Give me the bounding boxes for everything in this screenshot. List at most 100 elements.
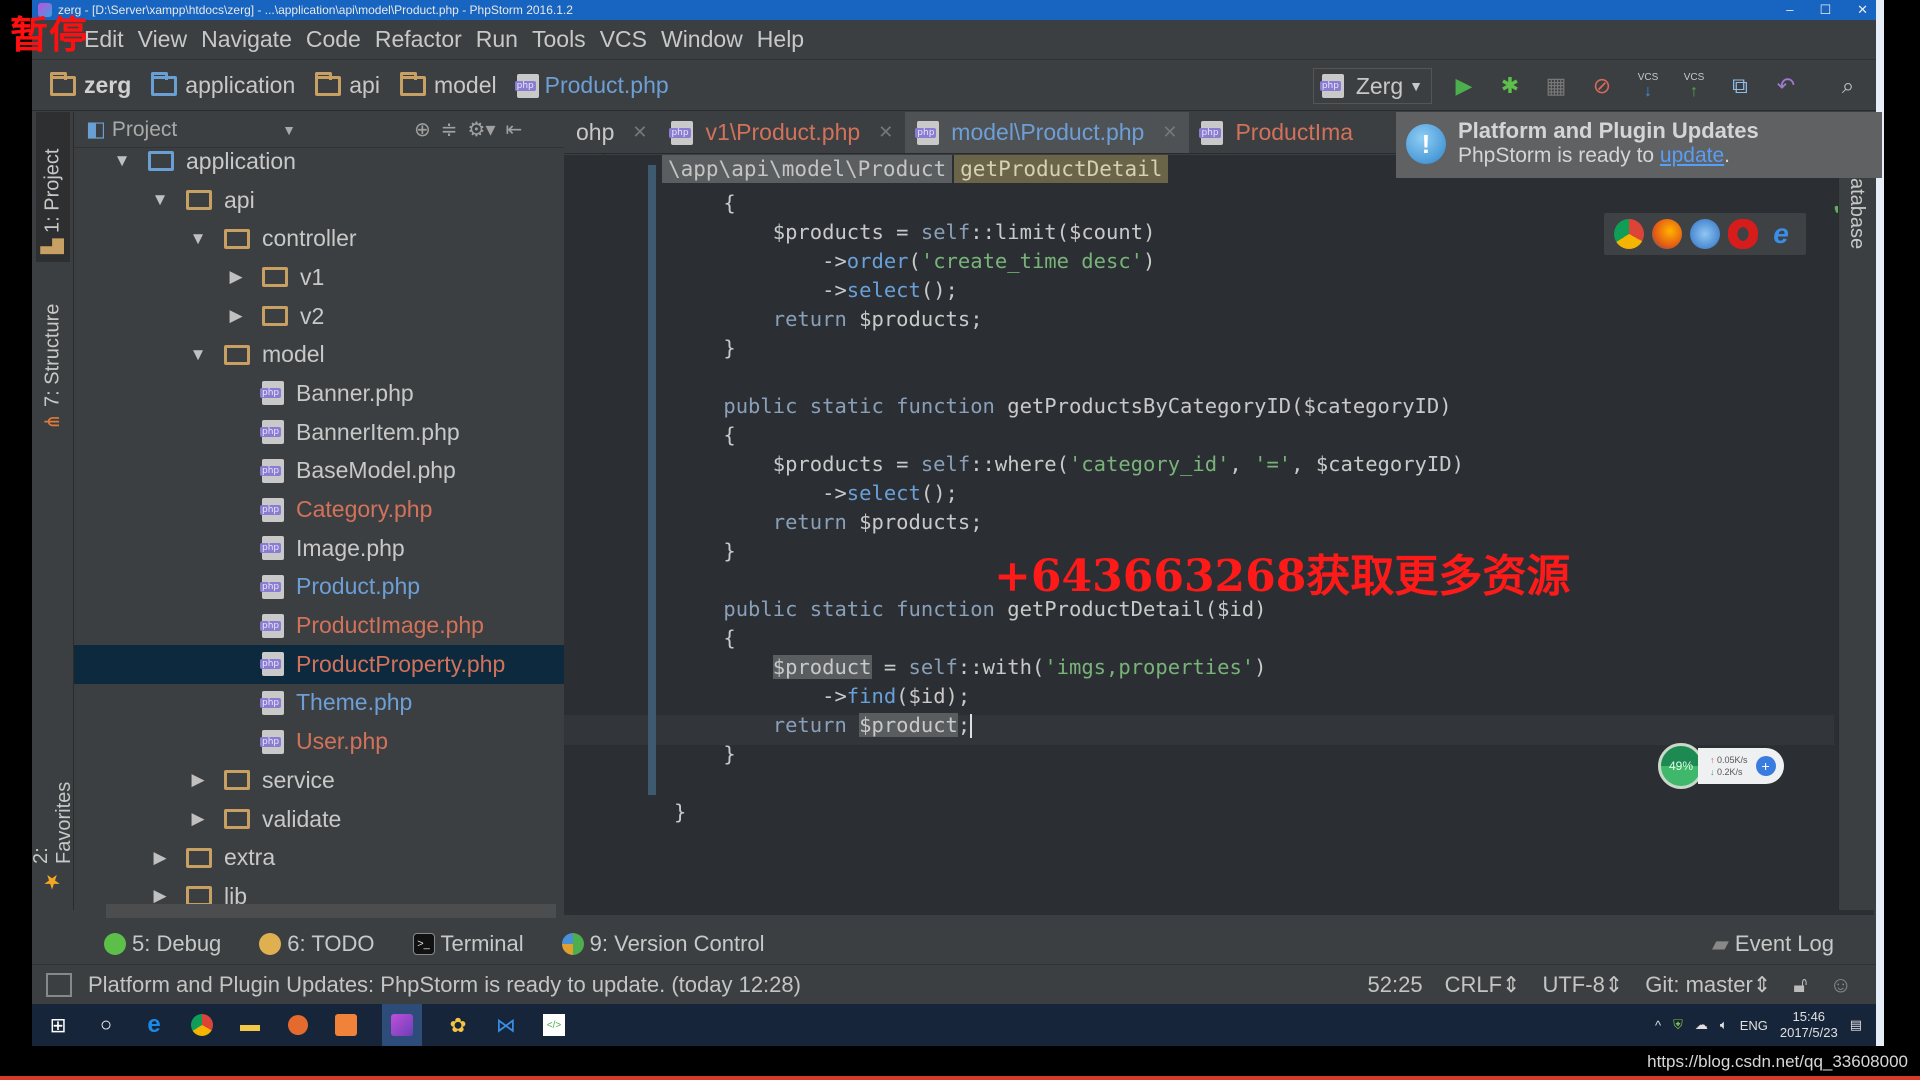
tree-item[interactable]: User.php	[74, 722, 604, 761]
opera-icon[interactable]	[1728, 219, 1758, 249]
input-language[interactable]: ENG	[1740, 1018, 1768, 1033]
update-notification[interactable]: ! Platform and Plugin Updates PhpStorm i…	[1396, 112, 1882, 178]
run-icon[interactable]: ▶	[1450, 72, 1478, 100]
lock-icon[interactable]: 🔓︎	[1793, 972, 1807, 998]
network-monitor-widget[interactable]: 49% ↑ 0.05K/s ↓ 0.2K/s +	[1658, 743, 1784, 789]
breadcrumb-zerg[interactable]: zerg	[50, 71, 131, 99]
toggle-tool-windows-icon[interactable]	[46, 972, 72, 997]
todo-tool-button[interactable]: 6: TODO	[259, 931, 375, 957]
debug-tool-button[interactable]: 5: Debug	[104, 931, 221, 957]
tab-model-product[interactable]: model\Product.php ✕	[905, 112, 1190, 153]
database-tool-tab[interactable]: atabase	[1845, 178, 1868, 249]
search-icon[interactable]: ⌕	[1834, 72, 1862, 100]
security-shield-icon[interactable]: ⛨	[1673, 1017, 1683, 1033]
close-button[interactable]: ✕	[1857, 0, 1868, 20]
update-link[interactable]: update	[1660, 144, 1724, 167]
ie-icon[interactable]: e	[1766, 219, 1796, 249]
menu-edit[interactable]: Edit	[84, 26, 124, 53]
collapse-all-icon[interactable]: ≑	[441, 117, 458, 142]
close-tab-icon[interactable]: ✕	[878, 122, 893, 143]
tree-item[interactable]: BaseModel.php	[74, 452, 604, 491]
close-tab-icon[interactable]: ✕	[1162, 122, 1177, 143]
menu-run[interactable]: Run	[476, 26, 518, 53]
expanded-arrow-icon[interactable]: ▼	[110, 151, 134, 171]
menu-help[interactable]: Help	[757, 26, 804, 53]
tree-item[interactable]: ▼ api	[74, 181, 604, 220]
menu-navigate[interactable]: Navigate	[201, 26, 292, 53]
project-horizontal-scrollbar[interactable]	[106, 904, 556, 918]
minimize-button[interactable]: –	[1786, 0, 1793, 20]
explorer-icon[interactable]: ▬	[238, 1013, 262, 1037]
tree-item[interactable]: ▶ v2	[74, 297, 604, 336]
breadcrumb-model[interactable]: model	[399, 71, 497, 99]
favorites-tool-tab[interactable]: ★ 2: Favorites	[32, 752, 75, 902]
tree-item[interactable]: Theme.php	[74, 684, 604, 723]
firefox-icon[interactable]	[1652, 219, 1682, 249]
tree-item[interactable]: Category.php	[74, 490, 604, 529]
close-tab-icon[interactable]: ✕	[632, 122, 647, 143]
tree-item[interactable]: ▼ controller	[74, 219, 604, 258]
menu-tools[interactable]: Tools	[532, 26, 586, 53]
expanded-arrow-icon[interactable]: ▼	[186, 345, 210, 365]
project-tool-tab[interactable]: ▙ 1: Project	[36, 112, 70, 262]
expanded-arrow-icon[interactable]: ▼	[148, 190, 172, 210]
function-crumb[interactable]: getProductDetail	[954, 155, 1169, 183]
windows-start-icon[interactable]: ⊞	[46, 1013, 70, 1037]
menu-code[interactable]: Code	[306, 26, 361, 53]
cortana-icon[interactable]: ○	[94, 1013, 118, 1037]
tab-v1-product[interactable]: v1\Product.php ✕	[659, 112, 905, 153]
volume-icon[interactable]: 🔈︎	[1720, 1017, 1728, 1033]
run-configuration-select[interactable]: Zerg ▼	[1312, 68, 1432, 104]
vscode-icon[interactable]: ⋈	[494, 1013, 518, 1037]
debug-icon[interactable]: ✱	[1496, 72, 1524, 100]
tree-item[interactable]: Image.php	[74, 529, 604, 568]
coverage-icon[interactable]: ▦	[1542, 72, 1570, 100]
scroll-from-source-icon[interactable]: ⊕	[414, 117, 431, 142]
gear-icon[interactable]: ⚙▾	[468, 117, 496, 142]
breadcrumb-product-file[interactable]: Product.php	[514, 72, 669, 99]
event-log-button[interactable]: ▰ Event Log	[1712, 931, 1834, 957]
tree-item[interactable]: ProductProperty.php	[74, 644, 604, 684]
encoding-select[interactable]: UTF-8⇕	[1542, 972, 1623, 998]
maximize-button[interactable]: ☐	[1819, 0, 1831, 20]
git-branch-select[interactable]: Git: master⇕	[1645, 972, 1771, 998]
tree-item[interactable]: ▼ model	[74, 335, 604, 374]
tree-item[interactable]: ▶ extra	[74, 838, 604, 877]
project-view-select[interactable]: ◧ Project ▼	[86, 117, 306, 142]
vcs-update-icon[interactable]: VCS ↓	[1634, 72, 1662, 100]
expanded-arrow-icon[interactable]: ▼	[186, 229, 210, 249]
line-separator-select[interactable]: CRLF⇕	[1445, 972, 1521, 998]
tree-item[interactable]: ▼ application	[74, 142, 604, 181]
tab-productimage[interactable]: ProductIma	[1189, 112, 1365, 153]
clock[interactable]: 15:46 2017/5/23	[1780, 1009, 1838, 1041]
cursor-position[interactable]: 52:25	[1368, 972, 1423, 998]
tree-item[interactable]: ▶ service	[74, 761, 604, 800]
plus-icon[interactable]: +	[1755, 756, 1776, 776]
namespace-crumb[interactable]: \app\api\model\Product	[662, 155, 953, 183]
hide-panel-icon[interactable]: ⇤	[506, 117, 523, 142]
menu-vcs[interactable]: VCS	[600, 26, 647, 53]
notification-center-icon[interactable]: ▤	[1850, 1017, 1862, 1033]
revert-icon[interactable]: ↶	[1772, 72, 1800, 100]
tree-item[interactable]: ▶ validate	[74, 800, 604, 839]
tree-item[interactable]: Banner.php	[74, 374, 604, 413]
tree-item[interactable]: ProductImage.php	[74, 606, 604, 645]
postman-icon[interactable]	[286, 1013, 310, 1037]
breadcrumb-api[interactable]: api	[315, 71, 380, 99]
history-icon[interactable]: ⧉	[1726, 72, 1754, 100]
app-yellow-icon[interactable]: ✿	[446, 1013, 470, 1037]
collapsed-arrow-icon[interactable]: ▶	[224, 267, 248, 287]
tray-expand-icon[interactable]: ^	[1655, 1018, 1661, 1033]
collapsed-arrow-icon[interactable]: ▶	[186, 809, 210, 829]
edge-icon[interactable]: e	[142, 1011, 166, 1038]
stop-debug-icon[interactable]: ⊘	[1588, 72, 1616, 100]
version-control-tool-button[interactable]: 9: Version Control	[561, 931, 765, 957]
tree-item[interactable]: ▶ v1	[74, 258, 604, 297]
hector-inspector-icon[interactable]: ☺	[1830, 972, 1852, 998]
code-text[interactable]: { $products = self::limit($count) ->orde…	[674, 189, 1464, 827]
chrome-icon[interactable]	[1614, 219, 1644, 249]
xampp-icon[interactable]	[334, 1013, 358, 1037]
phpstorm-icon[interactable]	[382, 1004, 422, 1046]
safari-icon[interactable]	[1690, 219, 1720, 249]
structure-tool-tab[interactable]: ⋔ 7: Structure	[36, 288, 70, 438]
